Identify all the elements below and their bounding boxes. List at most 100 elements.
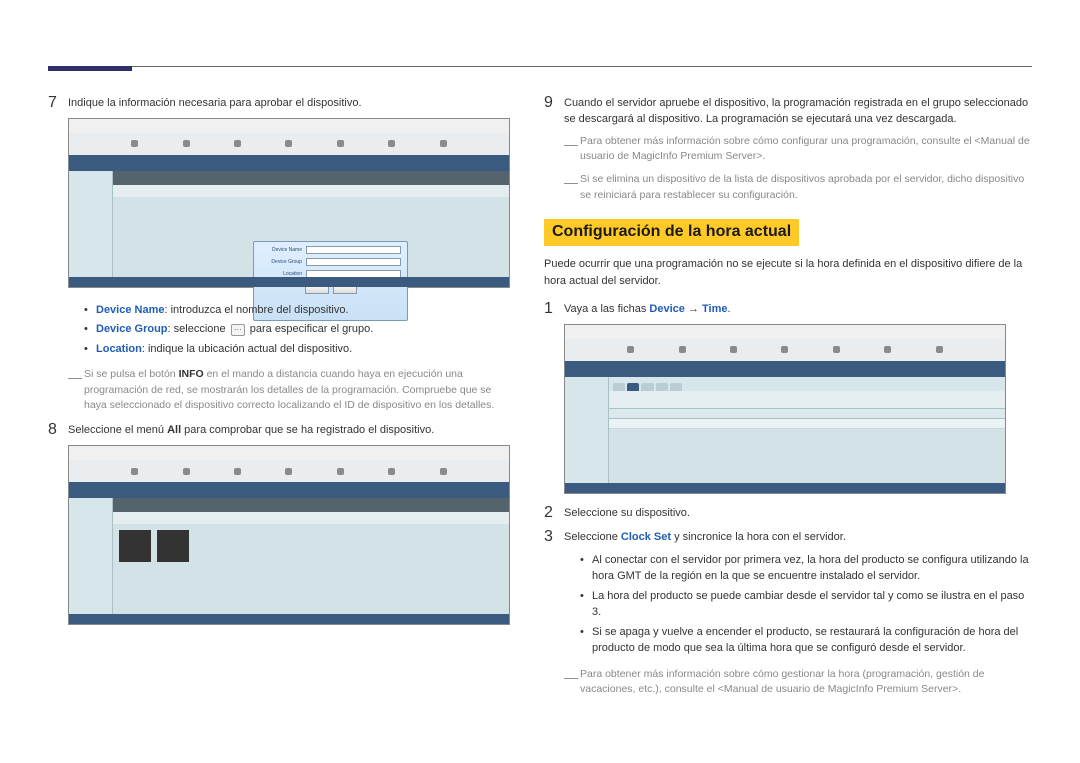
table-row [609, 419, 1005, 429]
toolbar-icon [183, 140, 190, 147]
ss-toolbar [69, 460, 509, 482]
step-number: 7 [48, 94, 68, 112]
ss-subbar [113, 498, 509, 512]
step-7: 7 Indique la información necesaria para … [48, 94, 510, 112]
step-9: 9 Cuando el servidor apruebe el disposit… [544, 94, 1034, 128]
dlg-buttons [254, 286, 407, 294]
arrow: → [685, 303, 702, 315]
bullet-device-group: Device Group: seleccione ⋯ para especifi… [84, 321, 510, 338]
step-3: 3 Seleccione Clock Set y sincronice la h… [544, 528, 1034, 546]
screenshot-all-menu [68, 445, 510, 625]
step-number: 9 [544, 94, 564, 128]
step-text: Seleccione su dispositivo. [564, 504, 1034, 522]
ss-footer [69, 614, 509, 624]
toolbar-icon [234, 468, 241, 475]
step-text: Cuando el servidor apruebe el dispositiv… [564, 94, 1034, 128]
ss-subbar [113, 171, 509, 185]
tab [656, 383, 668, 391]
bullet-device-name: Device Name: introduzca el nombre del di… [84, 302, 510, 319]
text: : indique la ubicación actual del dispos… [142, 343, 352, 355]
note-text: Para obtener más información sobre cómo … [580, 667, 1034, 697]
step-text: Seleccione Clock Set y sincronice la hor… [564, 528, 1034, 546]
t: Vaya a las fichas [564, 303, 649, 315]
toolbar-icon [730, 346, 737, 353]
page-rule [48, 66, 1032, 67]
label: Location [96, 343, 142, 355]
dlg-input [306, 258, 401, 266]
ss-toolbar [69, 133, 509, 155]
section-heading-time: Configuración de la hora actual [544, 219, 799, 246]
step-number: 3 [544, 528, 564, 546]
step-number: 8 [48, 421, 68, 439]
ss-titlebar [69, 119, 509, 133]
ss-blue-band [69, 482, 509, 498]
toolbar-icon [388, 468, 395, 475]
text-a: : seleccione [168, 323, 229, 335]
toolbar-icon [833, 346, 840, 353]
text-b: para especificar el grupo. [247, 323, 374, 335]
note-text: Si se pulsa el botón INFO en el mando a … [84, 367, 510, 413]
toolbar-icon [285, 140, 292, 147]
dash-icon: ― [564, 667, 580, 697]
intro-paragraph: Puede ocurrir que una programación no se… [544, 256, 1034, 290]
toolbar-icon [440, 468, 447, 475]
device-thumb [157, 530, 189, 562]
ss-titlebar [565, 325, 1005, 339]
dlg-row: Device Name [254, 242, 407, 254]
toolbar-icon [627, 346, 634, 353]
table-header [609, 409, 1005, 419]
page-rule-accent [48, 66, 132, 71]
toolbar-icon [781, 346, 788, 353]
ss-blue-band [565, 361, 1005, 377]
tab [641, 383, 653, 391]
thumb-row [113, 524, 509, 568]
note-text: Para obtener más información sobre cómo … [580, 134, 1034, 164]
label: Device Group [96, 323, 168, 335]
note-end: ― Para obtener más información sobre cóm… [564, 667, 1034, 697]
browse-icon: ⋯ [231, 324, 245, 336]
step3-bullets: Al conectar con el servidor por primera … [580, 552, 1034, 657]
toolbar-icon [183, 468, 190, 475]
ss-subbar2 [113, 512, 509, 524]
dlg-input [306, 246, 401, 254]
dlg-label: Device Group [260, 259, 302, 265]
step-1: 1 Vaya a las fichas Device → Time. [544, 300, 1034, 318]
dlg-cancel [333, 286, 357, 294]
step-number: 1 [544, 300, 564, 318]
note-step7: ― Si se pulsa el botón INFO en el mando … [68, 367, 510, 413]
t: Seleccione el menú [68, 424, 167, 436]
toolbar-icon [936, 346, 943, 353]
dlg-ok [305, 286, 329, 294]
dash-icon: ― [68, 367, 84, 413]
bullet-location: Location: indique la ubicación actual de… [84, 341, 510, 358]
step-text: Seleccione el menú All para comprobar qu… [68, 421, 510, 439]
ss-footer [69, 277, 509, 287]
bullet: Al conectar con el servidor por primera … [580, 552, 1034, 585]
step7-bullets: Device Name: introduzca el nombre del di… [84, 302, 510, 358]
toolbar-icon [440, 140, 447, 147]
toolbar-icon [388, 140, 395, 147]
dlg-row: Device Group [254, 254, 407, 266]
dot: . [728, 303, 731, 315]
screenshot-approve-device: Device Name Device Group Location [68, 118, 510, 288]
ss-toolbar [565, 339, 1005, 361]
ss-blue-band [69, 155, 509, 171]
clock-bold: Clock Set [621, 531, 671, 543]
bullet: La hora del producto se puede cambiar de… [580, 588, 1034, 621]
text: : introduzca el nombre del dispositivo. [165, 304, 349, 316]
tab-area [609, 391, 1005, 409]
step-2: 2 Seleccione su dispositivo. [544, 504, 1034, 522]
step-8: 8 Seleccione el menú All para comprobar … [48, 421, 510, 439]
t: Seleccione [564, 531, 621, 543]
ss-main [609, 377, 1005, 483]
ss-footer [565, 483, 1005, 493]
dash-icon: ― [564, 172, 580, 202]
step-text: Vaya a las fichas Device → Time. [564, 300, 1034, 318]
toolbar-icon [679, 346, 686, 353]
note-9a: ― Para obtener más información sobre cóm… [564, 134, 1034, 164]
t: Si se pulsa el botón [84, 368, 179, 380]
ss-titlebar [69, 446, 509, 460]
ss-main: Device Name Device Group Location [113, 171, 509, 277]
toolbar-icon [131, 140, 138, 147]
right-column: 9 Cuando el servidor apruebe el disposit… [544, 94, 1034, 705]
